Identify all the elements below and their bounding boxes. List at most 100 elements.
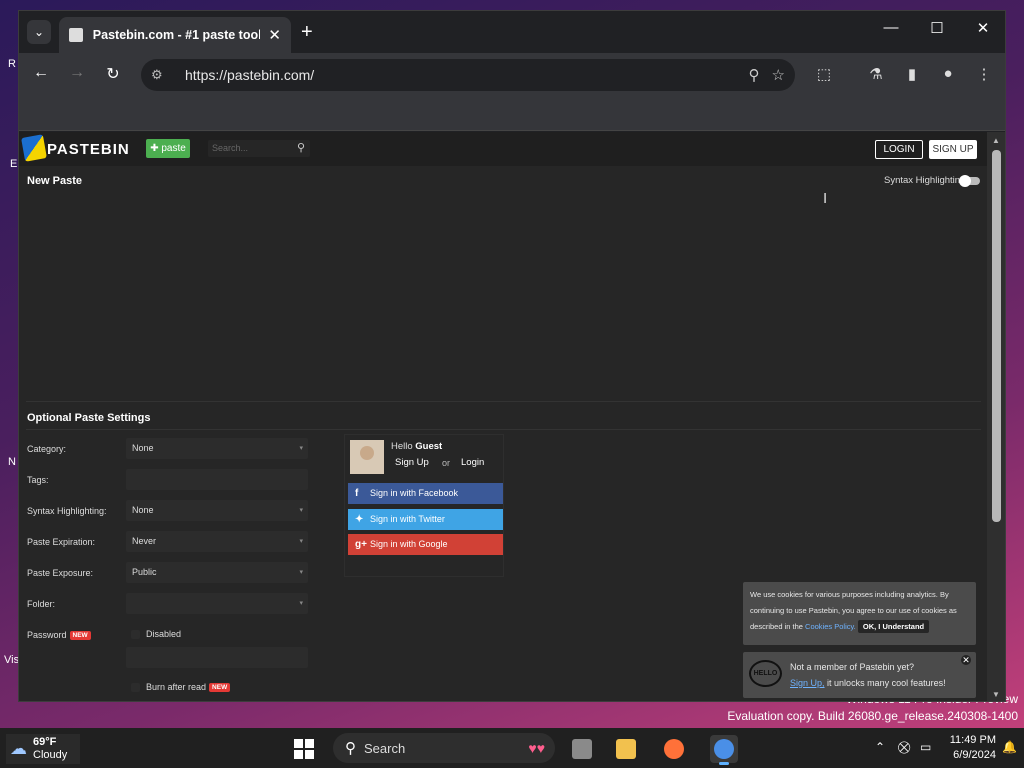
weather-temp: 69°F [33,736,57,748]
facebook-icon: f [355,488,359,499]
search-input[interactable]: Search... [208,140,310,157]
burn-after-read-label: Burn after read [146,682,207,692]
tags-input[interactable] [126,469,308,490]
pastebin-page: PASTEBIN ✚ paste Search... ⚲ LOGIN SIGN … [19,132,989,701]
pastebin-logo-icon[interactable] [21,134,47,162]
labs-flask-icon[interactable]: ⚗ [865,65,887,83]
password-input[interactable] [126,647,308,668]
caret-down-icon: ▾ [299,445,303,452]
guest-or-text: or [442,458,451,468]
menu-kebab-icon[interactable]: ⋮ [973,65,995,83]
taskbar-search-label: Search [364,740,406,756]
caret-down-icon: ▾ [299,507,303,514]
pastebin-header: PASTEBIN ✚ paste Search... ⚲ LOGIN SIGN … [19,132,989,166]
back-arrow-icon[interactable]: ← [29,64,53,82]
facebook-signin-button[interactable]: f Sign in with Facebook [348,483,503,504]
cookies-policy-link[interactable]: Cookies Policy. [805,622,856,631]
exposure-value: Public [132,567,157,577]
pastebin-brand[interactable]: PASTEBIN [47,141,130,158]
paste-expiration-select[interactable]: Never ▾ [126,531,308,552]
side-panel-icon[interactable]: ▮ [901,65,923,83]
site-info-icon[interactable]: ⚙ [151,67,175,83]
expiration-value: Never [132,536,157,546]
tray-chevron-up-icon[interactable]: ⌃ [875,740,885,754]
twitter-signin-button[interactable]: ✦ Sign in with Twitter [348,509,503,530]
google-label: Sign in with Google [370,539,448,549]
password-enable-checkbox[interactable]: Disabled [131,629,181,639]
zoom-icon[interactable]: ⚲ [749,66,760,84]
clock-time: 11:49 PM [949,734,996,746]
page-scrollbar[interactable]: ▲ ▼ [987,132,1005,701]
start-windows-icon[interactable] [294,739,314,759]
tab-close-icon[interactable]: ✕ [268,26,281,44]
windows-watermark-line2: Evaluation copy. Build 26080.ge_release.… [727,709,1018,723]
scroll-down-icon[interactable]: ▼ [992,690,1000,699]
notification-bell-icon[interactable]: 🔔 [1002,740,1017,754]
weather-widget[interactable]: ☁ 69°F Cloudy [6,734,80,764]
facebook-label: Sign in with Facebook [370,488,459,498]
paste-exposure-label: Paste Exposure: [27,568,94,578]
category-select[interactable]: None ▾ [126,438,308,459]
url-text[interactable]: https://pastebin.com/ [185,67,737,83]
desktop-icon-label: E [10,158,18,170]
burn-after-read-checkbox[interactable]: Burn after read NEW [131,682,231,692]
hello-text: Hello [391,441,413,452]
tray-network-icon[interactable]: ⛒ [898,740,910,755]
member-promo-text: Sign Up, it unlocks many cool features! [790,678,946,688]
member-signup-link[interactable]: Sign Up, [790,678,825,688]
file-explorer-icon[interactable] [612,735,640,763]
tab-bar: ⌄ Pastebin.com - #1 paste tool since 200… [19,11,1005,53]
syntax-highlighting-label: Syntax Highlighting: [27,506,107,516]
paste-exposure-select[interactable]: Public ▾ [126,562,308,583]
cookie-ok-button[interactable]: OK, I Understand [857,620,930,633]
new-badge: NEW [69,631,91,641]
new-paste-title: New Paste [27,175,83,187]
scroll-up-icon[interactable]: ▲ [992,136,1000,145]
syntax-highlighting-select[interactable]: None ▾ [126,500,308,521]
search-icon[interactable]: ⚲ [297,141,305,154]
twitter-icon: ✦ [355,514,364,525]
new-tab-button[interactable]: + [301,21,313,44]
taskbar-search[interactable]: ⚲ Search ♥♥ [333,733,555,763]
category-value: None [132,443,154,453]
address-bar[interactable]: ⚙ https://pastebin.com/ ⚲ ☆ [141,59,795,91]
task-view-icon[interactable] [568,735,596,763]
profile-icon[interactable]: ● [937,65,959,82]
close-window-button[interactable]: ✕ [963,19,1003,37]
caret-down-icon: ▾ [299,600,303,607]
tab-title: Pastebin.com - #1 paste tool since 2002! [92,28,261,42]
tab-search-button[interactable]: ⌄ [27,20,51,44]
cookie-notice: We use cookies for various purposes incl… [743,582,976,645]
chrome-icon[interactable] [710,735,738,765]
twitter-label: Sign in with Twitter [370,514,445,524]
scroll-thumb[interactable] [992,150,1001,522]
guest-panel: Hello Guest Sign Up or Login [344,434,504,577]
close-icon[interactable]: ✕ [961,655,971,665]
paste-textarea[interactable] [26,194,981,402]
system-clock[interactable]: 11:49 PM 6/9/2024 [940,733,996,763]
desktop-icon-label: Vis [4,654,20,666]
firefox-icon[interactable] [660,735,688,763]
login-button[interactable]: LOGIN [875,140,923,159]
bookmark-star-icon[interactable]: ☆ [772,66,785,84]
syntax-highlighting-toggle[interactable] [959,175,980,187]
minimize-button[interactable]: — [871,19,911,36]
guest-login-link[interactable]: Login [461,457,484,468]
extensions-icon[interactable]: ⬚ [813,65,835,83]
google-signin-button[interactable]: g+ Sign in with Google [348,534,503,555]
folder-label: Folder: [27,599,56,609]
forward-arrow-icon[interactable]: → [65,64,89,82]
tray-battery-icon[interactable]: ▭ [920,740,931,754]
browser-window: ⌄ Pastebin.com - #1 paste tool since 200… [18,10,1006,702]
hello-guest: Hello Guest [391,441,442,452]
member-promo-rest: it unlocks many cool features! [827,678,946,688]
new-paste-button[interactable]: ✚ paste [146,139,190,158]
tab-pastebin[interactable]: Pastebin.com - #1 paste tool since 2002!… [59,17,291,53]
reload-icon[interactable]: ↻ [101,64,125,84]
maximize-button[interactable]: ☐ [917,19,957,37]
signup-button[interactable]: SIGN UP [929,140,977,159]
folder-select[interactable]: ▾ [126,593,308,614]
guest-signup-link[interactable]: Sign Up [395,457,429,468]
weather-condition: Cloudy [33,749,68,761]
browser-toolbar: ← → ↻ ⚙ https://pastebin.com/ ⚲ ☆ ⬚ ⚗ ▮ … [19,53,1005,97]
